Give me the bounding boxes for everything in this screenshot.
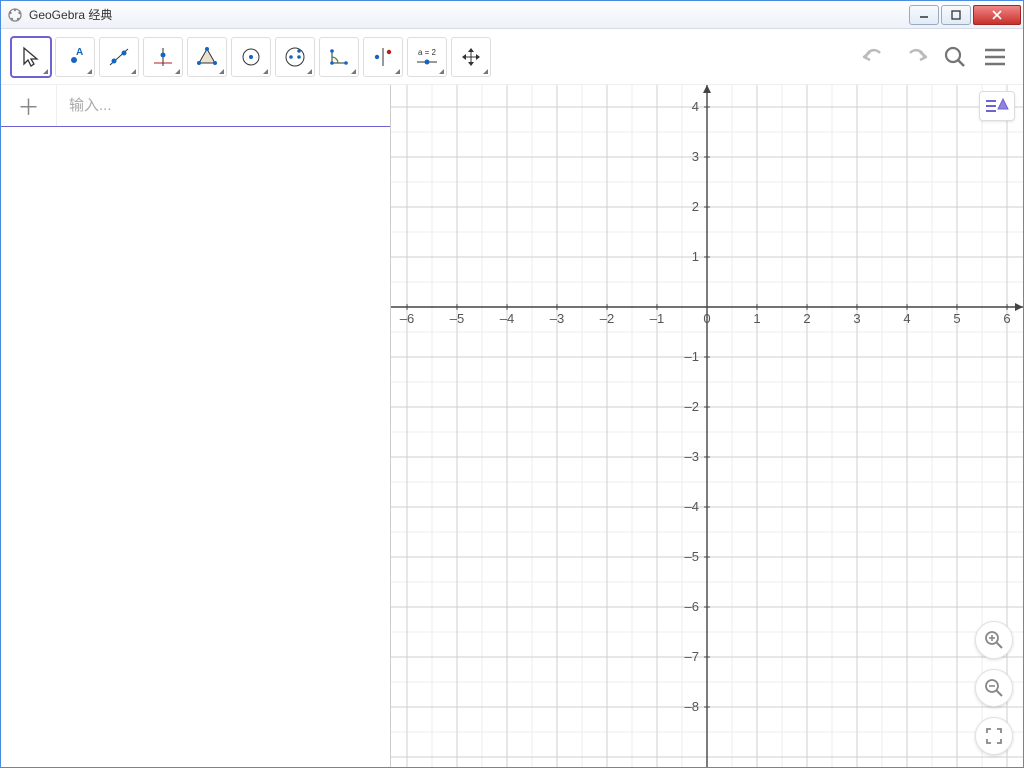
svg-text:–4: –4 xyxy=(685,499,699,514)
coordinate-grid: –6 –5 –4 –3 –2 –1 0 1 2 3 4 5 6 –8 –7 –6 –5 –4 –3 –2 –1 1 2 3 4 xyxy=(391,85,1023,767)
svg-text:5: 5 xyxy=(953,311,960,326)
maximize-button[interactable] xyxy=(941,5,971,25)
svg-text:–5: –5 xyxy=(685,549,699,564)
dropdown-corner-icon xyxy=(395,69,400,74)
fullscreen-button[interactable] xyxy=(975,717,1013,755)
zoom-out-button[interactable] xyxy=(975,669,1013,707)
svg-text:4: 4 xyxy=(903,311,910,326)
slider-label: a = 2 xyxy=(418,48,437,57)
svg-text:–1: –1 xyxy=(685,349,699,364)
undo-button[interactable] xyxy=(857,39,893,75)
search-icon[interactable] xyxy=(937,39,973,75)
zoom-controls xyxy=(975,621,1013,755)
tool-line[interactable] xyxy=(99,37,139,77)
main-area: ＋ –6 –5 –4 –3 –2 –1 0 1 2 3 4 5 6 –8 –7 –6 –5 –4 –3 –2 –1 1 2 3… xyxy=(1,85,1023,767)
svg-text:1: 1 xyxy=(692,249,699,264)
svg-text:–2: –2 xyxy=(685,399,699,414)
add-button[interactable]: ＋ xyxy=(1,85,57,126)
dropdown-corner-icon xyxy=(175,69,180,74)
close-button[interactable] xyxy=(973,5,1021,25)
svg-text:6: 6 xyxy=(1003,311,1010,326)
app-icon xyxy=(7,7,23,23)
svg-text:–5: –5 xyxy=(450,311,464,326)
style-bar-button[interactable] xyxy=(979,91,1015,121)
svg-text:–8: –8 xyxy=(685,699,699,714)
toolbar: A a = 2 xyxy=(1,29,1023,85)
svg-text:2: 2 xyxy=(692,199,699,214)
svg-text:1: 1 xyxy=(753,311,760,326)
svg-text:A: A xyxy=(76,47,83,58)
svg-text:4: 4 xyxy=(692,99,699,114)
tool-slider[interactable]: a = 2 xyxy=(407,37,447,77)
tool-ellipse[interactable] xyxy=(275,37,315,77)
dropdown-corner-icon xyxy=(131,69,136,74)
input-row: ＋ xyxy=(1,85,390,127)
svg-text:0: 0 xyxy=(703,311,710,326)
titlebar: GeoGebra 经典 xyxy=(1,1,1023,29)
svg-text:–1: –1 xyxy=(650,311,664,326)
tool-polygon[interactable] xyxy=(187,37,227,77)
minimize-button[interactable] xyxy=(909,5,939,25)
algebra-panel: ＋ xyxy=(1,85,391,767)
tool-angle[interactable] xyxy=(319,37,359,77)
dropdown-corner-icon xyxy=(351,69,356,74)
tool-point[interactable]: A xyxy=(55,37,95,77)
dropdown-corner-icon xyxy=(219,69,224,74)
tool-reflect[interactable] xyxy=(363,37,403,77)
dropdown-corner-icon xyxy=(439,69,444,74)
svg-text:3: 3 xyxy=(853,311,860,326)
dropdown-corner-icon xyxy=(263,69,268,74)
svg-text:–4: –4 xyxy=(500,311,514,326)
tool-move-view[interactable] xyxy=(451,37,491,77)
dropdown-corner-icon xyxy=(483,69,488,74)
svg-text:–3: –3 xyxy=(685,449,699,464)
window-title: GeoGebra 经典 xyxy=(29,6,907,23)
svg-text:–2: –2 xyxy=(600,311,614,326)
dropdown-corner-icon xyxy=(87,69,92,74)
window-controls xyxy=(907,5,1021,25)
tool-perpendicular[interactable] xyxy=(143,37,183,77)
zoom-in-button[interactable] xyxy=(975,621,1013,659)
svg-text:2: 2 xyxy=(803,311,810,326)
tool-circle[interactable] xyxy=(231,37,271,77)
algebra-input[interactable] xyxy=(57,85,390,126)
dropdown-corner-icon xyxy=(43,69,48,74)
graphics-view[interactable]: –6 –5 –4 –3 –2 –1 0 1 2 3 4 5 6 –8 –7 –6 –5 –4 –3 –2 –1 1 2 3 4 xyxy=(391,85,1023,767)
svg-text:–7: –7 xyxy=(685,649,699,664)
menu-icon[interactable] xyxy=(977,39,1013,75)
tool-move[interactable] xyxy=(11,37,51,77)
svg-text:–3: –3 xyxy=(550,311,564,326)
svg-text:–6: –6 xyxy=(400,311,414,326)
redo-button[interactable] xyxy=(897,39,933,75)
svg-text:–6: –6 xyxy=(685,599,699,614)
svg-text:3: 3 xyxy=(692,149,699,164)
dropdown-corner-icon xyxy=(307,69,312,74)
